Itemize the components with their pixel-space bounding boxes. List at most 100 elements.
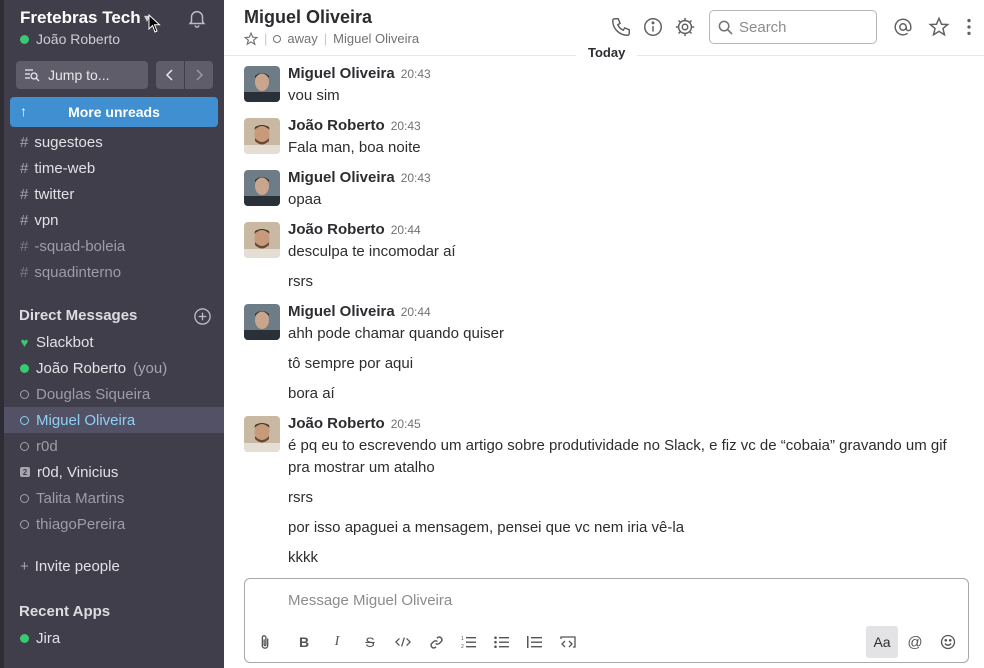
message-timestamp[interactable]: 20:43	[391, 119, 421, 133]
dm-miguel-oliveira[interactable]: Miguel Oliveira	[20, 407, 135, 433]
message-author[interactable]: Miguel Oliveira 20:43	[288, 65, 431, 82]
mentions-icon[interactable]	[892, 16, 914, 38]
avatar[interactable]	[244, 222, 280, 258]
channel-name: -squad-boleia	[34, 237, 126, 255]
message-text: tô sempre por aqui	[288, 355, 414, 372]
star-icon[interactable]	[244, 31, 258, 46]
message-author[interactable]: João Roberto 20:44	[288, 221, 421, 238]
mention-icon[interactable]: @	[904, 631, 926, 653]
dm-name: João Roberto	[36, 359, 127, 377]
team-name[interactable]: Fretebras Tech	[20, 8, 141, 28]
svg-text:2: 2	[461, 644, 464, 649]
hash-icon: #	[20, 237, 29, 255]
direct-messages-heading[interactable]: Direct Messages	[19, 307, 137, 324]
italic-icon[interactable]: I	[326, 631, 348, 653]
link-icon[interactable]	[425, 631, 447, 653]
invite-people-link[interactable]: + Invite people	[20, 558, 120, 575]
blockquote-icon[interactable]	[524, 631, 546, 653]
attach-icon[interactable]	[254, 631, 276, 653]
sidebar-channel-time-web[interactable]: # time-web	[20, 155, 95, 181]
sidebar-channel-vpn[interactable]: # vpn	[20, 207, 59, 233]
message-timestamp[interactable]: 20:45	[391, 417, 421, 431]
dm-talita-martins[interactable]: Talita Martins	[20, 485, 124, 511]
info-icon[interactable]	[642, 16, 664, 38]
channel-name: sugestoes	[34, 133, 103, 151]
online-status-icon	[20, 363, 29, 373]
dm-slackbot[interactable]: ♥ Slackbot	[20, 329, 94, 355]
sidebar: Fretebras Tech ▾ João Roberto Jump to...…	[0, 0, 224, 668]
hash-icon: #	[20, 133, 29, 151]
message-text: ahh pode chamar quando quiser	[288, 325, 504, 342]
message-timestamp[interactable]: 20:43	[401, 67, 431, 81]
jump-to-icon	[25, 69, 40, 82]
hash-icon: #	[20, 159, 29, 177]
sidebar-channel-twitter[interactable]: # twitter	[20, 181, 74, 207]
sidebar-channel-squadinterno[interactable]: # squadinterno	[20, 259, 121, 285]
channel-name: vpn	[34, 211, 59, 229]
message-author[interactable]: João Roberto 20:43	[288, 117, 421, 134]
conversation-meta: | away | Miguel Oliveira	[244, 31, 419, 46]
dm-name: r0d	[36, 437, 58, 455]
search-icon	[718, 20, 733, 35]
avatar[interactable]	[244, 66, 280, 102]
formatting-toggle-button[interactable]: Aa	[866, 626, 898, 658]
app-jira[interactable]: Jira	[20, 625, 60, 651]
phone-icon[interactable]	[610, 16, 632, 38]
message-text: é pq eu to escrevendo um artigo sobre pr…	[288, 437, 947, 476]
avatar[interactable]	[244, 416, 280, 452]
dm-name: thiagoPereira	[36, 515, 126, 533]
sidebar-channel-squad-boleia[interactable]: # -squad-boleia	[20, 233, 125, 259]
message-input-placeholder[interactable]: Message Miguel Oliveira	[288, 592, 452, 609]
more-options-icon[interactable]	[958, 16, 980, 38]
bell-icon[interactable]	[186, 7, 208, 29]
ordered-list-icon[interactable]: 12	[458, 631, 480, 653]
avatar[interactable]	[244, 170, 280, 206]
dm-self[interactable]: João Roberto (you)	[20, 355, 167, 381]
bulleted-list-icon[interactable]	[491, 631, 513, 653]
svg-text:1: 1	[461, 636, 464, 642]
message-text: vou sim	[288, 87, 340, 104]
code-icon[interactable]	[392, 631, 414, 653]
author-name: Miguel Oliveira	[288, 303, 395, 320]
away-status-icon	[273, 34, 282, 43]
search-input[interactable]: Search	[709, 10, 877, 44]
dm-douglas-siqueira[interactable]: Douglas Siqueira	[20, 381, 150, 407]
message-author[interactable]: Miguel Oliveira 20:44	[288, 303, 431, 320]
author-name: Miguel Oliveira	[288, 169, 395, 186]
mouse-cursor-icon	[148, 14, 161, 33]
message-timestamp[interactable]: 20:44	[391, 223, 421, 237]
history-forward-button[interactable]	[185, 61, 213, 89]
dm-r0d[interactable]: r0d	[20, 433, 58, 459]
message-author[interactable]: João Roberto 20:45	[288, 415, 421, 432]
dm-name: Miguel Oliveira	[36, 411, 136, 429]
search-placeholder: Search	[739, 18, 787, 36]
chevron-right-icon	[196, 69, 204, 81]
message-timestamp[interactable]: 20:44	[401, 305, 431, 319]
author-name: João Roberto	[288, 415, 385, 432]
message-author[interactable]: Miguel Oliveira 20:43	[288, 169, 431, 186]
message-composer[interactable]: Message Miguel Oliveira B I S 12 Aa @	[244, 578, 969, 663]
jump-to-label: Jump to...	[48, 67, 110, 83]
dm-group-r0d-vinicius[interactable]: 2 r0d, Vinicius	[20, 459, 118, 485]
current-user[interactable]: João Roberto	[20, 31, 120, 47]
strikethrough-icon[interactable]: S	[359, 631, 381, 653]
gear-icon[interactable]	[674, 16, 696, 38]
code-block-icon[interactable]	[557, 631, 579, 653]
online-status-icon	[20, 633, 29, 643]
arrow-up-icon: ↑	[20, 103, 27, 119]
sidebar-channel-sugestoes[interactable]: # sugestoes	[20, 129, 103, 155]
emoji-icon[interactable]	[937, 631, 959, 653]
conversation-title[interactable]: Miguel Oliveira	[244, 7, 372, 28]
away-status-icon	[20, 415, 29, 425]
avatar[interactable]	[244, 304, 280, 340]
bold-icon[interactable]: B	[293, 631, 315, 653]
jump-to-button[interactable]: Jump to...	[16, 61, 148, 89]
add-dm-icon[interactable]	[193, 307, 212, 326]
history-back-button[interactable]	[156, 61, 184, 89]
dm-thiagopereira[interactable]: thiagoPereira	[20, 511, 125, 537]
message-timestamp[interactable]: 20:43	[401, 171, 431, 185]
app-name: Jira	[36, 629, 61, 647]
more-unreads-button[interactable]: ↑ More unreads	[10, 97, 218, 127]
starred-items-icon[interactable]	[928, 16, 950, 38]
avatar[interactable]	[244, 118, 280, 154]
